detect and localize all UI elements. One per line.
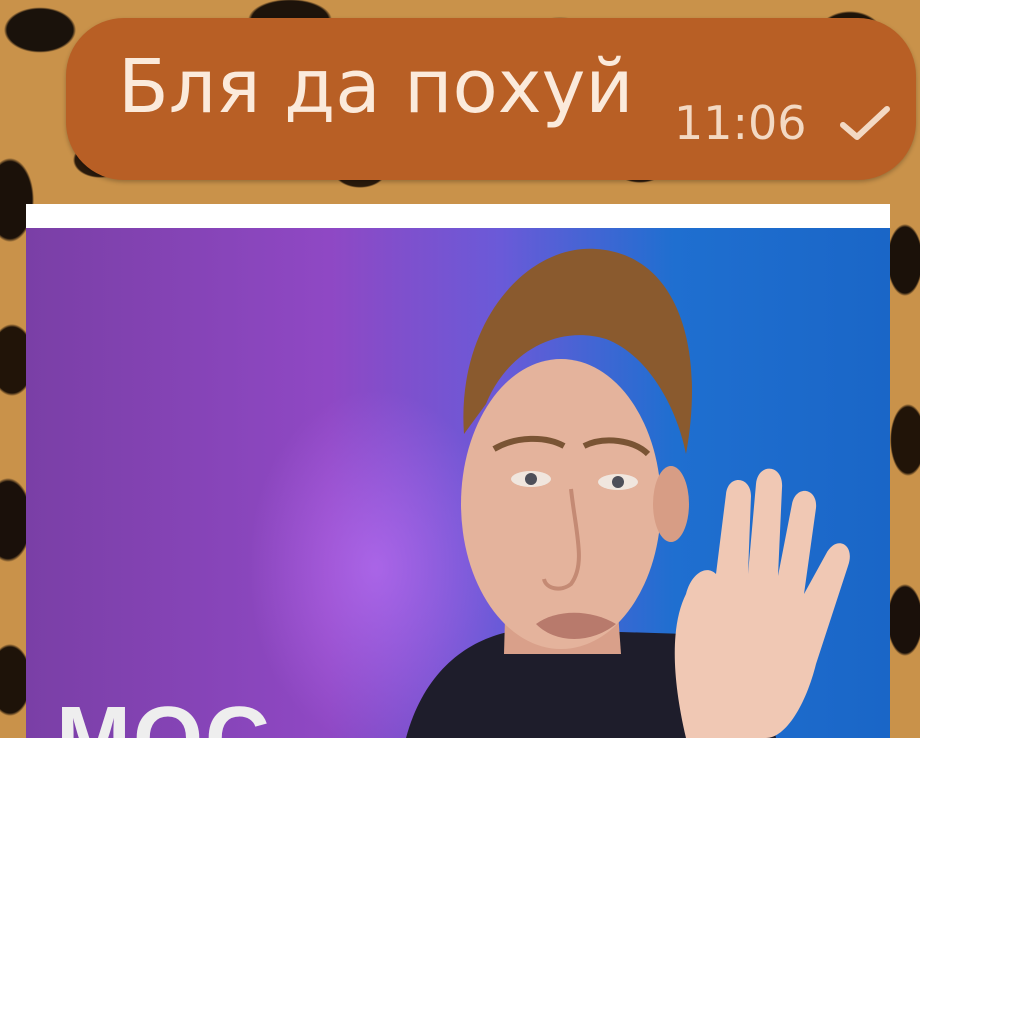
media-message[interactable]: МОС <box>26 204 890 738</box>
check-icon <box>839 106 890 140</box>
thumbnail-caption: МОС <box>56 694 272 738</box>
message-time: 11:06 <box>674 96 807 150</box>
message-text: Бля да похуй <box>118 44 634 130</box>
message-meta: 11:06 <box>674 100 893 146</box>
chat-screen: Бля да похуй 11:06 <box>0 0 920 738</box>
person-image <box>406 248 850 738</box>
message-bubble[interactable]: Бля да похуй 11:06 <box>66 18 916 180</box>
